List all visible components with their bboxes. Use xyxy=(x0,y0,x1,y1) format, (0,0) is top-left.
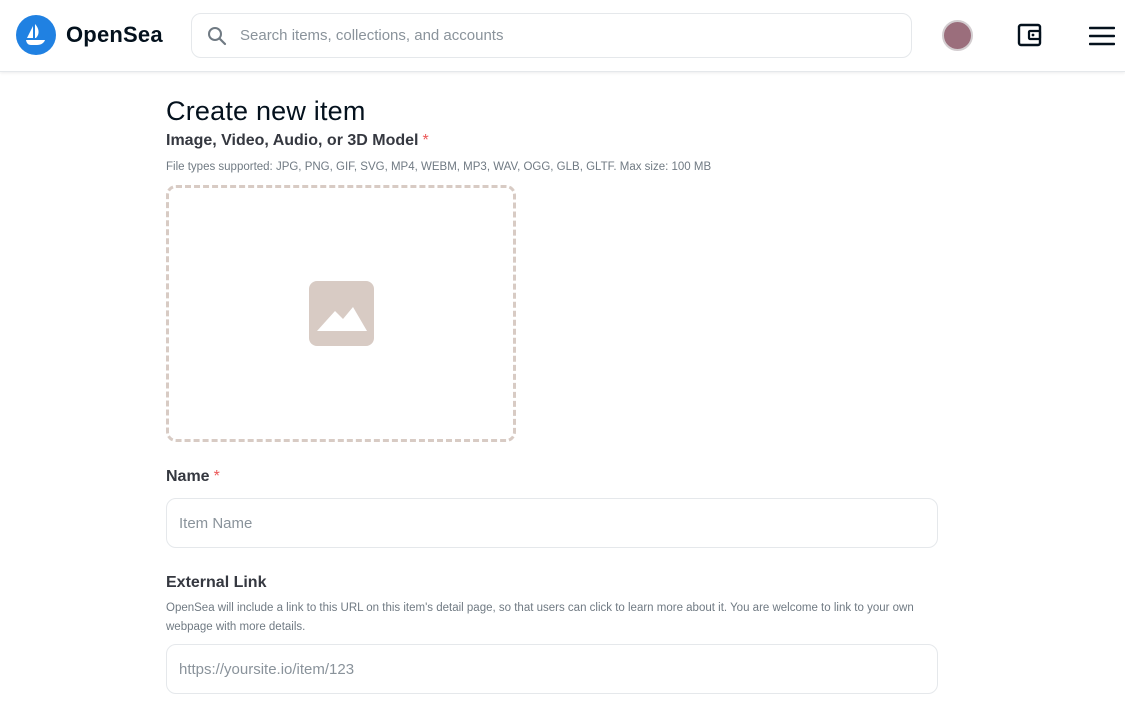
top-navigation-bar: OpenSea xyxy=(0,0,1125,72)
search-icon xyxy=(206,25,228,47)
opensea-logo-link[interactable]: OpenSea xyxy=(16,15,163,55)
user-avatar[interactable] xyxy=(942,20,973,51)
search-input[interactable] xyxy=(240,15,880,56)
external-link-input[interactable] xyxy=(166,644,938,694)
external-link-label: External Link xyxy=(166,574,267,591)
opensea-ship-logo-icon xyxy=(16,15,56,55)
image-placeholder-icon xyxy=(308,281,374,346)
hamburger-menu-icon[interactable] xyxy=(1087,21,1117,51)
media-label: Image, Video, Audio, or 3D Model * xyxy=(166,132,429,150)
logo-wordmark: OpenSea xyxy=(66,22,163,47)
name-label: Name * xyxy=(166,468,220,486)
page-title: Create new item xyxy=(166,96,366,126)
search-bar[interactable] xyxy=(191,13,912,58)
external-link-hint: OpenSea will include a link to this URL … xyxy=(166,602,914,633)
required-mark: * xyxy=(213,468,220,485)
media-label-text: Image, Video, Audio, or 3D Model xyxy=(166,132,419,149)
media-file-types-hint: File types supported: JPG, PNG, GIF, SVG… xyxy=(166,161,712,173)
name-label-text: Name xyxy=(166,468,210,485)
required-mark: * xyxy=(422,132,429,149)
wallet-icon[interactable] xyxy=(1015,20,1045,50)
media-upload-dropzone[interactable] xyxy=(166,185,516,442)
item-name-input[interactable] xyxy=(166,498,938,548)
